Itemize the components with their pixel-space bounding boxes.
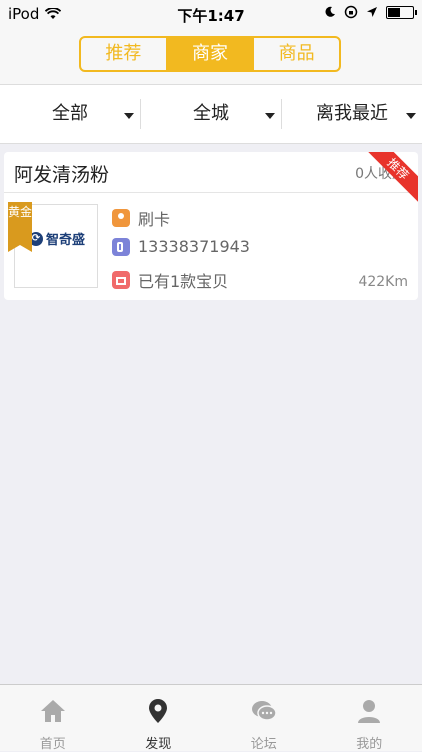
filter-area-label: 全城 xyxy=(193,103,229,124)
status-bar: iPod 下午1:47 xyxy=(0,0,422,28)
merchant-logo: ⟳ 智奇盛 xyxy=(29,229,85,248)
merchant-card[interactable]: 阿发清汤粉 0人收藏 ⟳ 智奇盛 黄金 刷卡 13338371943 已有1款宝… xyxy=(4,152,418,300)
caret-down-icon xyxy=(406,113,416,119)
battery-icon xyxy=(386,6,414,19)
moon-icon xyxy=(324,6,336,18)
tab-home[interactable]: 首页 xyxy=(0,685,106,751)
merchant-card-header: 阿发清汤粉 0人收藏 xyxy=(4,152,418,193)
caret-down-icon xyxy=(124,113,134,119)
tab-bar: 首页 发现 论坛 我的 xyxy=(0,684,422,751)
status-right xyxy=(324,5,414,19)
filter-sort[interactable]: 离我最近 xyxy=(282,85,422,143)
battery-level xyxy=(388,8,400,17)
navigation-bar: 推荐 商家 商品 xyxy=(0,28,422,85)
filter-category[interactable]: 全部 xyxy=(0,85,140,143)
item-count: 已有1款宝贝 xyxy=(138,268,228,292)
segment-products[interactable]: 商品 xyxy=(254,38,339,70)
tab-me-label: 我的 xyxy=(317,733,422,752)
segment-merchants[interactable]: 商家 xyxy=(168,38,255,70)
gift-icon xyxy=(112,271,130,289)
tab-forum-label: 论坛 xyxy=(211,733,317,752)
distance: 422Km xyxy=(358,274,408,290)
person-icon xyxy=(355,697,383,725)
tab-discover[interactable]: 发现 xyxy=(106,685,212,751)
tab-me[interactable]: 我的 xyxy=(317,685,422,751)
phone-icon xyxy=(112,238,130,256)
segmented-control: 推荐 商家 商品 xyxy=(79,36,341,72)
caret-down-icon xyxy=(265,113,275,119)
payment-method: 刷卡 xyxy=(138,206,170,230)
home-icon xyxy=(39,697,67,725)
filter-area[interactable]: 全城 xyxy=(141,85,281,143)
filter-bar: 全部 全城 离我最近 xyxy=(0,85,422,144)
filter-sort-label: 离我最近 xyxy=(316,103,388,124)
phone-number[interactable]: 13338371943 xyxy=(138,237,250,256)
tab-forum[interactable]: 论坛 xyxy=(211,685,317,751)
segment-recommend[interactable]: 推荐 xyxy=(81,38,168,70)
payment-row: 刷卡 xyxy=(112,206,170,230)
map-pin-icon xyxy=(144,697,172,725)
location-arrow-icon xyxy=(366,6,378,18)
items-row: 已有1款宝贝 xyxy=(112,268,228,292)
filter-category-label: 全部 xyxy=(52,103,88,124)
tab-home-label: 首页 xyxy=(0,733,106,752)
merchant-name: 阿发清汤粉 xyxy=(14,160,109,187)
gold-badge: 黄金 xyxy=(8,202,32,252)
rotation-lock-icon xyxy=(344,5,358,19)
logo-text: 智奇盛 xyxy=(46,229,85,248)
location-pin-icon xyxy=(112,209,130,227)
chat-bubbles-icon xyxy=(250,697,278,725)
phone-row[interactable]: 13338371943 xyxy=(112,237,250,256)
tab-discover-label: 发现 xyxy=(106,733,212,752)
